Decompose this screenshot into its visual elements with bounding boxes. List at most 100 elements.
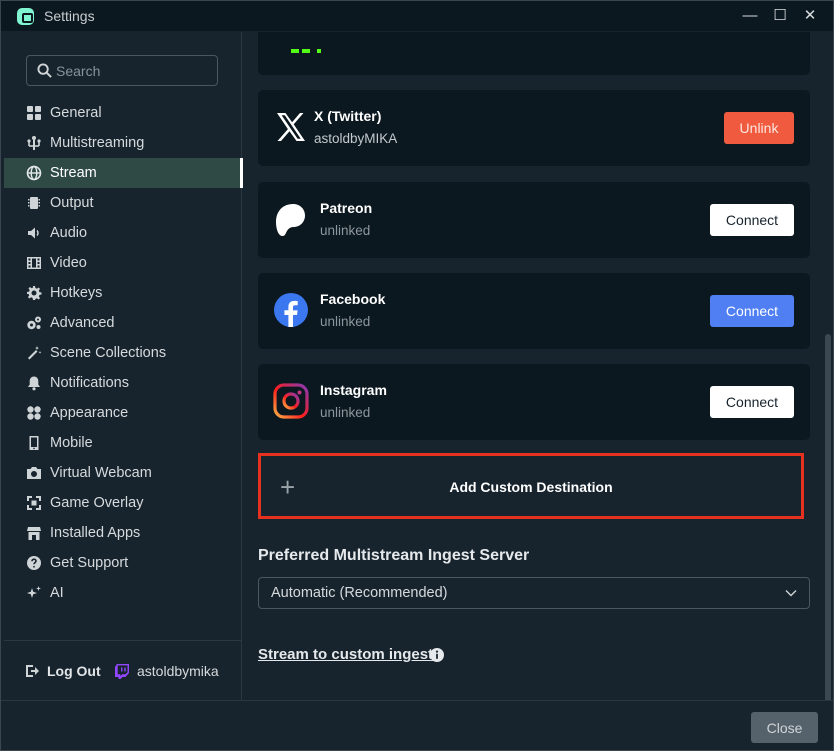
- platform-card-x-twitter: X (Twitter) astoldbyMIKA Unlink: [258, 90, 810, 166]
- multistream-icon: [25, 135, 42, 152]
- chip-icon: [25, 195, 42, 212]
- close-window-button[interactable]: ✕: [799, 5, 821, 27]
- sidebar-item-output[interactable]: Output: [4, 188, 242, 218]
- search-box[interactable]: [26, 55, 218, 86]
- search-input[interactable]: [56, 62, 206, 79]
- connect-facebook-button[interactable]: Connect: [710, 295, 794, 327]
- connect-patreon-button[interactable]: Connect: [710, 204, 794, 236]
- grid-icon: [25, 105, 42, 122]
- patreon-logo-icon: [276, 204, 305, 236]
- sidebar-item-virtual-webcam[interactable]: Virtual Webcam: [4, 458, 242, 488]
- sidebar: General Multistreaming Stream Output Aud…: [4, 32, 243, 700]
- ingest-server-select[interactable]: Automatic (Recommended): [258, 577, 810, 609]
- sidebar-item-label: Notifications: [50, 375, 129, 391]
- sidebar-item-label: Get Support: [50, 555, 129, 571]
- platform-name: Patreon: [320, 200, 373, 216]
- twitch-logo-icon: [115, 663, 129, 679]
- sidebar-item-label: Game Overlay: [50, 495, 144, 511]
- search-icon: [37, 63, 52, 78]
- ingest-server-value: Automatic (Recommended): [271, 585, 448, 601]
- window-title: Settings: [44, 8, 95, 24]
- info-icon[interactable]: [429, 647, 445, 663]
- platform-card-instagram: Instagram unlinked Connect: [258, 364, 810, 440]
- logout-icon: [26, 665, 39, 677]
- sidebar-nav: General Multistreaming Stream Output Aud…: [4, 98, 243, 608]
- maximize-button[interactable]: ☐: [769, 5, 791, 27]
- platform-card-facebook: Facebook unlinked Connect: [258, 273, 810, 349]
- sidebar-item-label: Stream: [50, 165, 97, 181]
- sidebar-item-hotkeys[interactable]: Hotkeys: [4, 278, 242, 308]
- sidebar-item-advanced[interactable]: Advanced: [4, 308, 242, 338]
- phone-icon: [25, 435, 42, 452]
- sidebar-item-label: Video: [50, 255, 87, 271]
- bell-icon: [25, 375, 42, 392]
- add-destination-inner: + Add Custom Destination: [263, 458, 799, 514]
- app-logo-icon: [17, 8, 34, 25]
- stream-settings-panel: X (Twitter) astoldbyMIKA Unlink Patreon …: [243, 32, 823, 700]
- sidebar-item-label: Advanced: [50, 315, 115, 331]
- sidebar-item-general[interactable]: General: [4, 98, 242, 128]
- sidebar-item-stream[interactable]: Stream: [4, 158, 243, 188]
- sidebar-item-label: AI: [50, 585, 64, 601]
- unlink-x-button[interactable]: Unlink: [724, 112, 794, 144]
- sidebar-item-label: Output: [50, 195, 94, 211]
- platform-name: Facebook: [320, 291, 386, 307]
- camera-icon: [25, 465, 42, 482]
- sidebar-item-appearance[interactable]: Appearance: [4, 398, 242, 428]
- sidebar-item-label: Appearance: [50, 405, 129, 421]
- sidebar-item-label: Installed Apps: [50, 525, 141, 541]
- title-bar: Settings — ☐ ✕: [1, 1, 833, 31]
- close-button[interactable]: Close: [751, 712, 818, 743]
- sidebar-item-label: Hotkeys: [50, 285, 103, 301]
- custom-ingest-link[interactable]: Stream to custom ingest: [258, 646, 433, 663]
- logout-button[interactable]: Log Out: [25, 663, 101, 679]
- overlay-icon: [25, 495, 42, 512]
- logout-label: Log Out: [47, 663, 101, 679]
- sidebar-item-audio[interactable]: Audio: [4, 218, 242, 248]
- instagram-logo-icon: [273, 383, 309, 419]
- film-icon: [25, 255, 42, 272]
- speaker-icon: [25, 225, 42, 242]
- sidebar-item-multistreaming[interactable]: Multistreaming: [4, 128, 242, 158]
- sidebar-item-label: Audio: [50, 225, 88, 241]
- store-icon: [25, 525, 42, 542]
- wand-icon: [25, 345, 42, 362]
- scrollbar-thumb[interactable]: [825, 334, 831, 702]
- sidebar-item-label: Virtual Webcam: [50, 465, 152, 481]
- sidebar-item-video[interactable]: Video: [4, 248, 242, 278]
- chevron-down-icon: [785, 590, 797, 597]
- facebook-logo-icon: [274, 293, 308, 327]
- globe-icon: [25, 165, 42, 182]
- x-logo-icon: [277, 113, 305, 141]
- help-icon: [25, 555, 42, 572]
- sidebar-item-notifications[interactable]: Notifications: [4, 368, 242, 398]
- sidebar-item-label: Scene Collections: [50, 345, 167, 361]
- user-account: astoldbymika: [115, 663, 219, 679]
- platform-logo-partial-icon: [291, 49, 321, 53]
- sparkle-icon: [25, 585, 42, 602]
- sidebar-item-scene-collections[interactable]: Scene Collections: [4, 338, 242, 368]
- sidebar-item-ai[interactable]: AI: [4, 578, 242, 608]
- minimize-button[interactable]: —: [739, 5, 761, 27]
- platform-name: X (Twitter): [314, 108, 382, 124]
- platform-status: astoldbyMIKA: [314, 131, 398, 146]
- platform-card-patreon: Patreon unlinked Connect: [258, 182, 810, 258]
- add-destination-label: Add Custom Destination: [449, 479, 613, 495]
- sidebar-item-label: Multistreaming: [50, 135, 145, 151]
- platform-name: Instagram: [320, 382, 387, 398]
- scrollbar[interactable]: [824, 32, 833, 702]
- sidebar-footer: Log Out astoldbymika: [4, 640, 242, 700]
- sidebar-item-mobile[interactable]: Mobile: [4, 428, 242, 458]
- sidebar-item-installed-apps[interactable]: Installed Apps: [4, 518, 242, 548]
- gear-icon: [25, 285, 42, 302]
- gears-icon: [25, 315, 42, 332]
- platform-status: unlinked: [320, 223, 371, 238]
- sidebar-item-get-support[interactable]: Get Support: [4, 548, 242, 578]
- footer: Close: [1, 700, 833, 750]
- connect-instagram-button[interactable]: Connect: [710, 386, 794, 418]
- platform-card-partial: [258, 32, 810, 75]
- add-custom-destination-button[interactable]: + Add Custom Destination: [258, 453, 804, 519]
- palette-icon: [25, 405, 42, 422]
- sidebar-item-label: Mobile: [50, 435, 93, 451]
- sidebar-item-game-overlay[interactable]: Game Overlay: [4, 488, 242, 518]
